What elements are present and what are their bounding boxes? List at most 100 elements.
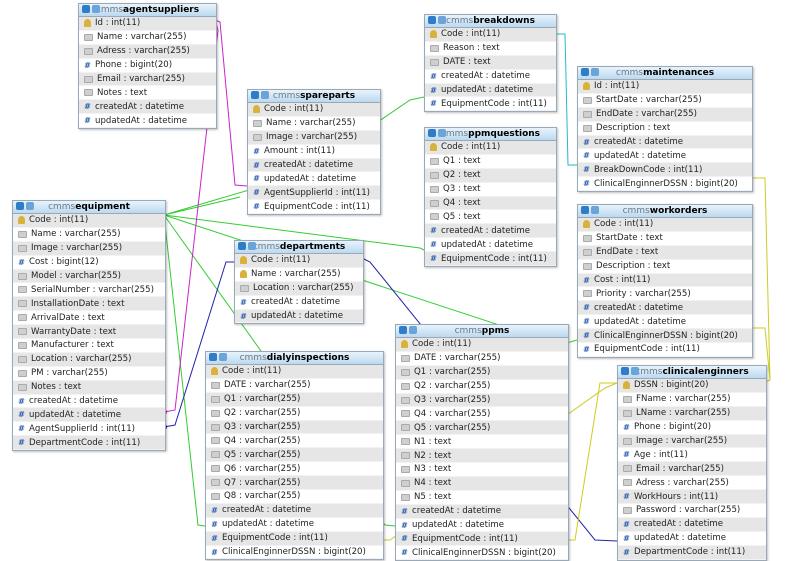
- options-gear-icon[interactable]: [92, 5, 100, 13]
- table-header[interactable]: cmms clinicalenginners: [618, 366, 766, 379]
- column-row[interactable]: DATE : varchar(255): [206, 379, 383, 393]
- column-row[interactable]: # createdAt : datetime: [425, 224, 556, 239]
- column-row[interactable]: Email : varchar(255): [618, 462, 766, 477]
- column-row[interactable]: # EquipmentCode : int(11): [425, 97, 556, 112]
- column-row[interactable]: Code : int(11): [425, 141, 556, 155]
- column-row[interactable]: Notes : text: [13, 380, 165, 395]
- column-row[interactable]: # createdAt : datetime: [618, 517, 766, 532]
- column-row[interactable]: Q3 : varchar(255): [206, 420, 383, 435]
- column-row[interactable]: # EquipmentCode : int(11): [578, 343, 752, 357]
- column-row[interactable]: Email : varchar(255): [79, 72, 216, 87]
- column-row[interactable]: # updatedAt : datetime: [13, 408, 165, 423]
- column-row[interactable]: Q8 : varchar(255): [206, 490, 383, 504]
- column-row[interactable]: Q5 : varchar(255): [396, 421, 568, 436]
- options-gear-icon[interactable]: [248, 242, 256, 250]
- column-row[interactable]: Id : int(11): [578, 80, 752, 94]
- table-equipment[interactable]: cmms equipment Code : int(11) Name : varch…: [12, 200, 166, 452]
- column-row[interactable]: Code : int(11): [13, 214, 165, 228]
- toggle-icon[interactable]: [399, 326, 407, 334]
- options-gear-icon[interactable]: [591, 68, 599, 76]
- column-row[interactable]: N1 : text: [396, 435, 568, 450]
- column-row[interactable]: Image : varchar(255): [248, 130, 380, 145]
- toggle-icon[interactable]: [238, 242, 246, 250]
- column-row[interactable]: # updatedAt : datetime: [425, 238, 556, 253]
- column-row[interactable]: Adress : varchar(255): [79, 44, 216, 59]
- column-row[interactable]: Image : varchar(255): [618, 434, 766, 449]
- column-row[interactable]: Q3 : varchar(255): [396, 393, 568, 408]
- column-row[interactable]: # BreakDownCode : int(11): [578, 163, 752, 178]
- column-row[interactable]: EndDate : text: [578, 245, 752, 260]
- toggle-icon[interactable]: [581, 206, 589, 214]
- column-row[interactable]: Adress : varchar(255): [618, 476, 766, 491]
- column-row[interactable]: # createdAt : datetime: [248, 158, 380, 173]
- column-row[interactable]: DATE : text: [425, 55, 556, 70]
- options-gear-icon[interactable]: [219, 353, 227, 361]
- table-header[interactable]: cmms spareparts: [248, 90, 380, 103]
- column-row[interactable]: Q3 : text: [425, 183, 556, 197]
- column-row[interactable]: # Phone : bigint(20): [618, 421, 766, 435]
- toggle-icon[interactable]: [581, 68, 589, 76]
- column-row[interactable]: # AgentSupplierId : int(11): [248, 186, 380, 201]
- column-row[interactable]: # EquipmentCode : int(11): [396, 532, 568, 547]
- column-row[interactable]: Image : varchar(255): [13, 241, 165, 256]
- column-row[interactable]: LName : varchar(255): [618, 406, 766, 421]
- column-row[interactable]: # EquipmentCode : int(11): [248, 200, 380, 215]
- column-row[interactable]: Code : int(11): [248, 103, 380, 117]
- column-row[interactable]: Q7 : varchar(255): [206, 476, 383, 491]
- column-row[interactable]: # createdAt : datetime: [578, 301, 752, 316]
- column-row[interactable]: # createdAt : datetime: [13, 395, 165, 409]
- column-row[interactable]: Code : int(11): [396, 338, 568, 352]
- column-row[interactable]: PM : varchar(255): [13, 367, 165, 381]
- column-row[interactable]: # updatedAt : datetime: [206, 518, 383, 532]
- toggle-icon[interactable]: [16, 202, 24, 210]
- column-row[interactable]: Name : varchar(255): [235, 268, 363, 282]
- column-row[interactable]: WarrantyDate : text: [13, 325, 165, 340]
- table-header[interactable]: cmms ppmquestions: [425, 128, 556, 141]
- column-row[interactable]: Code : int(11): [578, 218, 752, 232]
- column-row[interactable]: # createdAt : datetime: [79, 100, 216, 115]
- column-row[interactable]: Location : varchar(255): [235, 281, 363, 296]
- options-gear-icon[interactable]: [631, 367, 639, 375]
- table-breakdowns[interactable]: cmms breakdowns Code : int(11) Reason : te…: [424, 14, 557, 113]
- column-row[interactable]: # DepartmentCode : int(11): [618, 545, 766, 560]
- table-header[interactable]: cmms agentsuppliers: [79, 4, 216, 17]
- column-row[interactable]: Q2 : varchar(255): [396, 380, 568, 394]
- table-departments[interactable]: cmms departments Code : int(11) Name : var…: [234, 240, 364, 325]
- toggle-icon[interactable]: [428, 16, 436, 24]
- column-row[interactable]: # EquipmentCode : int(11): [206, 531, 383, 546]
- column-row[interactable]: Reason : text: [425, 42, 556, 56]
- column-row[interactable]: # Cost : int(11): [578, 273, 752, 288]
- column-row[interactable]: Q1 : text: [425, 155, 556, 169]
- toggle-icon[interactable]: [251, 91, 259, 99]
- column-row[interactable]: Description : text: [578, 260, 752, 274]
- column-row[interactable]: DATE : varchar(255): [396, 352, 568, 366]
- column-row[interactable]: Q1 : varchar(255): [396, 365, 568, 380]
- column-row[interactable]: Description : text: [578, 122, 752, 136]
- column-row[interactable]: # createdAt : datetime: [235, 296, 363, 310]
- options-gear-icon[interactable]: [261, 91, 269, 99]
- column-row[interactable]: Q4 : text: [425, 196, 556, 211]
- column-row[interactable]: # updatedAt : datetime: [396, 519, 568, 533]
- column-row[interactable]: # Age : int(11): [618, 448, 766, 463]
- column-row[interactable]: Name : varchar(255): [248, 117, 380, 131]
- column-row[interactable]: # updatedAt : datetime: [425, 83, 556, 98]
- options-gear-icon[interactable]: [26, 202, 34, 210]
- column-row[interactable]: Q2 : text: [425, 168, 556, 183]
- column-row[interactable]: # Phone : bigint(20): [79, 59, 216, 73]
- table-header[interactable]: cmms departments: [235, 241, 363, 254]
- toggle-icon[interactable]: [209, 353, 217, 361]
- column-row[interactable]: # updatedAt : datetime: [578, 149, 752, 164]
- table-workorders[interactable]: cmms workorders Code : int(11) StartDate :…: [577, 204, 753, 358]
- toggle-icon[interactable]: [621, 367, 629, 375]
- column-row[interactable]: Q4 : varchar(255): [396, 407, 568, 422]
- column-row[interactable]: Model : varchar(255): [13, 269, 165, 284]
- column-row[interactable]: # createdAt : datetime: [206, 503, 383, 518]
- column-row[interactable]: # ClinicalEnginnerDSSN : bigint(20): [578, 177, 752, 192]
- column-row[interactable]: # updatedAt : datetime: [79, 114, 216, 129]
- column-row[interactable]: Location : varchar(255): [13, 352, 165, 367]
- options-gear-icon[interactable]: [409, 326, 417, 334]
- column-row[interactable]: Notes : text: [79, 86, 216, 101]
- table-header[interactable]: cmms ppms: [396, 325, 568, 338]
- column-row[interactable]: SerialNumber : varchar(255): [13, 283, 165, 298]
- column-row[interactable]: # updatedAt : datetime: [248, 172, 380, 187]
